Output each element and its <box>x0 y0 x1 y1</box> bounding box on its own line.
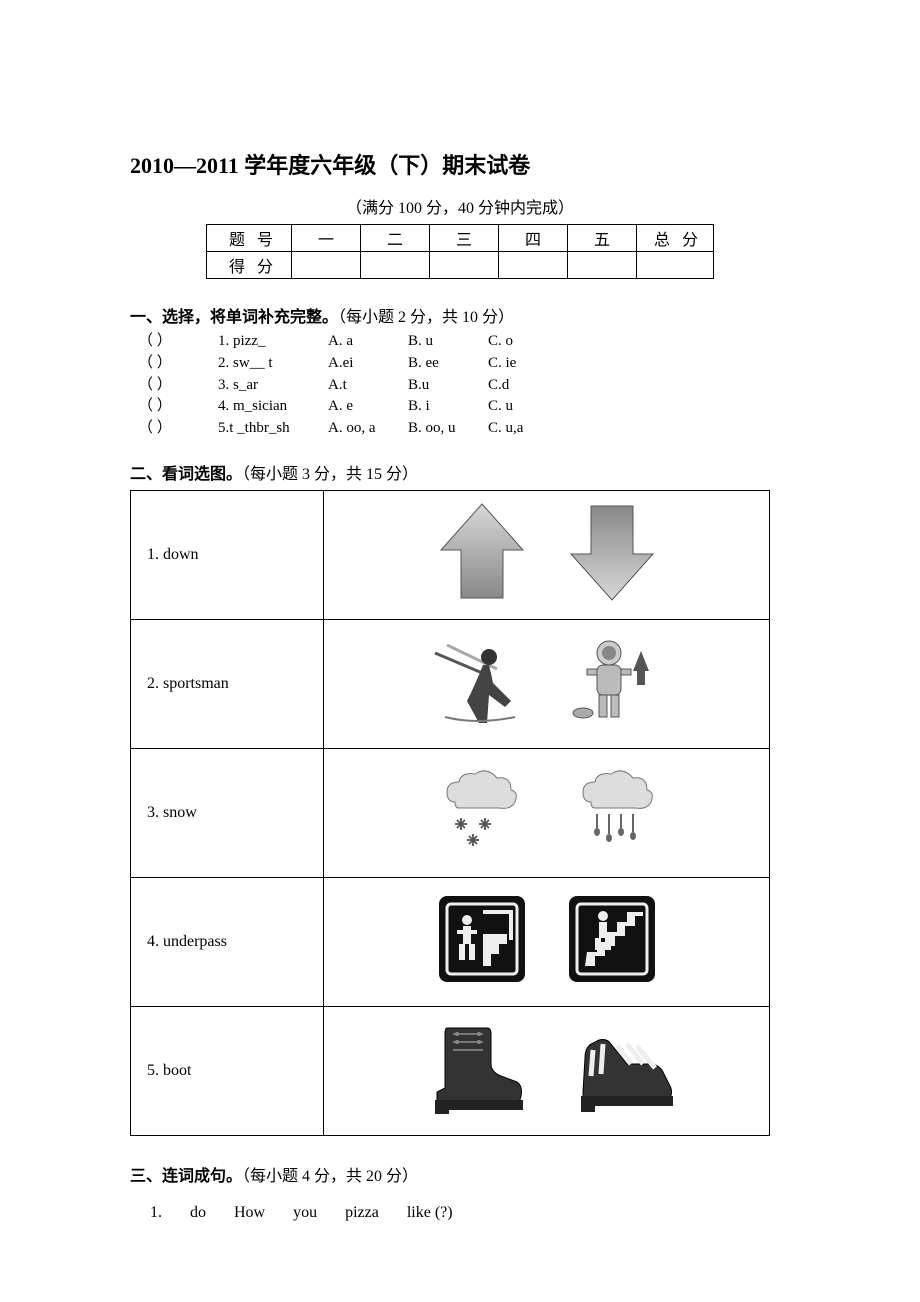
option-a: A. e <box>328 396 408 418</box>
section2-heading-rest: （每小题 3 分，共 15 分） <box>242 466 418 483</box>
section3-heading: 三、连词成句。（每小题 4 分，共 20 分） <box>130 1162 790 1186</box>
word: do <box>190 1204 206 1221</box>
question-word: 3. snow <box>131 748 324 877</box>
question-word: 2. sw__ t <box>218 353 328 375</box>
image-options <box>324 619 770 748</box>
option-b: B. ee <box>408 353 488 375</box>
score-cell <box>637 252 714 279</box>
table-row: 3. snow <box>131 748 770 877</box>
underpass-sign-icon <box>437 894 527 984</box>
section3-question1: 1. do How you pizza like (?) <box>150 1204 790 1222</box>
option-c: C.d <box>488 375 568 397</box>
score-col: 四 <box>499 225 568 252</box>
section3-heading-rest: （每小题 4 分，共 20 分） <box>242 1168 418 1185</box>
sandal-icon <box>567 1020 677 1116</box>
score-cell <box>568 252 637 279</box>
option-c: C. u,a <box>488 418 568 440</box>
score-col: 三 <box>430 225 499 252</box>
section2-heading: 二、看词选图。（每小题 3 分，共 15 分） <box>130 460 790 484</box>
answer-blank: （ ） <box>138 331 218 353</box>
section1-heading: 一、选择，将单词补充完整。（每小题 2 分，共 10 分） <box>130 303 790 327</box>
image-options <box>324 748 770 877</box>
table-row: 得分 <box>207 252 714 279</box>
page-title: 2010—2011 学年度六年级（下）期末试卷 <box>130 148 790 180</box>
snow-cloud-icon <box>431 766 527 854</box>
image-options <box>324 490 770 619</box>
boot-icon <box>417 1020 527 1116</box>
table-row: 2. sportsman <box>131 619 770 748</box>
list-item: （ ） 4. m_sician A. e B. i C. u <box>138 396 790 418</box>
option-c: C. u <box>488 396 568 418</box>
question-word: 5.t _thbr_sh <box>218 418 328 440</box>
stairs-sign-icon <box>567 894 657 984</box>
table-row: 1. down <box>131 490 770 619</box>
question-word: 1. pizz_ <box>218 331 328 353</box>
table-row: 题号 一 二 三 四 五 总分 <box>207 225 714 252</box>
sportsman-icon <box>427 635 527 727</box>
score-col: 五 <box>568 225 637 252</box>
word: like (?) <box>407 1204 453 1221</box>
question-number: 1. <box>150 1204 162 1221</box>
answer-blank: （ ） <box>138 353 218 375</box>
question-word: 2. sportsman <box>131 619 324 748</box>
option-a: A.ei <box>328 353 408 375</box>
option-a: A.t <box>328 375 408 397</box>
list-item: （ ） 3. s_ar A.t B.u C.d <box>138 375 790 397</box>
section3-heading-bold: 三、连词成句。 <box>130 1168 242 1185</box>
option-c: C. o <box>488 331 568 353</box>
question-word: 1. down <box>131 490 324 619</box>
word: How <box>234 1204 265 1221</box>
score-col: 一 <box>292 225 361 252</box>
score-cell <box>430 252 499 279</box>
list-item: （ ） 2. sw__ t A.ei B. ee C. ie <box>138 353 790 375</box>
section1-heading-rest: （每小题 2 分，共 10 分） <box>338 309 514 326</box>
arrow-down-icon <box>567 502 657 602</box>
question-word: 5. boot <box>131 1006 324 1135</box>
arrow-up-icon <box>437 502 527 602</box>
option-b: B.u <box>408 375 488 397</box>
word: pizza <box>345 1204 379 1221</box>
option-c: C. ie <box>488 353 568 375</box>
answer-blank: （ ） <box>138 396 218 418</box>
section1-heading-bold: 一、选择，将单词补充完整。 <box>130 309 338 326</box>
list-item: （ ） 5.t _thbr_sh A. oo, a B. oo, u C. u,… <box>138 418 790 440</box>
question-word: 3. s_ar <box>218 375 328 397</box>
section1-list: （ ） 1. pizz_ A. a B. u C. o （ ） 2. sw__ … <box>138 331 790 440</box>
image-options <box>324 877 770 1006</box>
section2-table: 1. down <box>130 490 770 1136</box>
answer-blank: （ ） <box>138 375 218 397</box>
option-a: A. a <box>328 331 408 353</box>
option-b: B. u <box>408 331 488 353</box>
table-row: 5. boot <box>131 1006 770 1135</box>
list-item: （ ） 1. pizz_ A. a B. u C. o <box>138 331 790 353</box>
score-total-label: 总分 <box>637 225 714 252</box>
word: you <box>293 1204 317 1221</box>
score-cell <box>292 252 361 279</box>
table-row: 4. underpass <box>131 877 770 1006</box>
astronaut-icon <box>567 635 667 727</box>
score-cell <box>361 252 430 279</box>
answer-blank: （ ） <box>138 418 218 440</box>
page-subtitle: （满分 100 分，40 分钟内完成） <box>130 194 790 218</box>
section2-heading-bold: 二、看词选图。 <box>130 466 242 483</box>
rain-cloud-icon <box>567 766 663 854</box>
image-options <box>324 1006 770 1135</box>
option-b: B. i <box>408 396 488 418</box>
score-row-label: 题号 <box>207 225 292 252</box>
question-word: 4. underpass <box>131 877 324 1006</box>
score-cell <box>499 252 568 279</box>
score-col: 二 <box>361 225 430 252</box>
question-word: 4. m_sician <box>218 396 328 418</box>
option-a: A. oo, a <box>328 418 408 440</box>
option-b: B. oo, u <box>408 418 488 440</box>
score-table: 题号 一 二 三 四 五 总分 得分 <box>206 224 714 279</box>
score-row-label: 得分 <box>207 252 292 279</box>
